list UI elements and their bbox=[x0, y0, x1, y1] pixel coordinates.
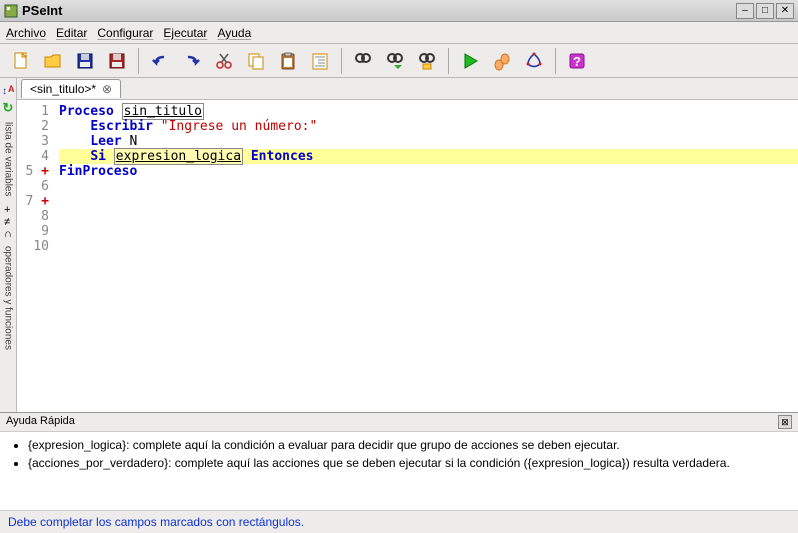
window-title: PSeInt bbox=[22, 3, 736, 18]
tab-bar: <sin_titulo>* ⊗ bbox=[17, 78, 798, 100]
menubar: Archivo Editar Configurar Ejecutar Ayuda bbox=[0, 22, 798, 44]
line-gutter: 1 2 3 4 5 +6 7 +8 9 10 bbox=[17, 100, 55, 412]
menu-archivo[interactable]: Archivo bbox=[6, 26, 46, 40]
svg-text:A: A bbox=[8, 84, 15, 94]
new-file-icon[interactable] bbox=[8, 48, 34, 74]
operators-icon[interactable]: +≠∩ bbox=[4, 204, 12, 240]
redo-icon[interactable] bbox=[179, 48, 205, 74]
menu-ejecutar[interactable]: Ejecutar bbox=[163, 26, 207, 40]
left-label-operators[interactable]: operadores y funciones bbox=[3, 246, 14, 350]
minimize-button[interactable]: – bbox=[736, 3, 754, 19]
flowchart-icon[interactable] bbox=[521, 48, 547, 74]
code-editor[interactable]: 1 2 3 4 5 +6 7 +8 9 10 Proceso sin_titul… bbox=[17, 100, 798, 412]
find-icon[interactable] bbox=[350, 48, 376, 74]
titlebar: PSeInt – □ ✕ bbox=[0, 0, 798, 22]
toolbar: ? bbox=[0, 44, 798, 78]
menu-editar[interactable]: Editar bbox=[56, 26, 87, 40]
variables-icon[interactable]: ↕A bbox=[0, 82, 16, 98]
code-body[interactable]: Proceso sin_titulo Escribir "Ingrese un … bbox=[55, 100, 798, 412]
copy-icon[interactable] bbox=[243, 48, 269, 74]
help-icon[interactable]: ? bbox=[564, 48, 590, 74]
tab-label: <sin_titulo>* bbox=[30, 82, 96, 96]
find-next-icon[interactable] bbox=[382, 48, 408, 74]
green-arrow-icon: ↻ bbox=[3, 100, 14, 116]
save-as-icon[interactable] bbox=[104, 48, 130, 74]
editor-area: <sin_titulo>* ⊗ 1 2 3 4 5 +6 7 +8 9 10 P… bbox=[17, 78, 798, 412]
save-icon[interactable] bbox=[72, 48, 98, 74]
menu-ayuda[interactable]: Ayuda bbox=[217, 26, 251, 40]
file-tab[interactable]: <sin_titulo>* ⊗ bbox=[21, 79, 121, 98]
help-title: Ayuda Rápida bbox=[6, 415, 75, 429]
left-sidebar: ↕A ↻ lista de variables +≠∩ operadores y… bbox=[0, 78, 17, 412]
statusbar: Debe completar los campos marcados con r… bbox=[0, 510, 798, 533]
help-close-icon[interactable]: ⊠ bbox=[778, 415, 792, 429]
replace-icon[interactable] bbox=[414, 48, 440, 74]
help-item: {acciones_por_verdadero}: complete aquí … bbox=[28, 456, 788, 470]
tab-close-icon[interactable]: ⊗ bbox=[102, 82, 112, 96]
help-body: {expresion_logica}: complete aquí la con… bbox=[0, 432, 798, 510]
help-item: {expresion_logica}: complete aquí la con… bbox=[28, 438, 788, 452]
maximize-button[interactable]: □ bbox=[756, 3, 774, 19]
indent-icon[interactable] bbox=[307, 48, 333, 74]
undo-icon[interactable] bbox=[147, 48, 173, 74]
menu-configurar[interactable]: Configurar bbox=[97, 26, 153, 40]
step-icon[interactable] bbox=[489, 48, 515, 74]
svg-text:↕: ↕ bbox=[2, 86, 7, 97]
help-panel: Ayuda Rápida ⊠ {expresion_logica}: compl… bbox=[0, 412, 798, 510]
run-icon[interactable] bbox=[457, 48, 483, 74]
cut-icon[interactable] bbox=[211, 48, 237, 74]
close-button[interactable]: ✕ bbox=[776, 3, 794, 19]
svg-text:?: ? bbox=[573, 54, 581, 69]
paste-icon[interactable] bbox=[275, 48, 301, 74]
open-file-icon[interactable] bbox=[40, 48, 66, 74]
app-icon bbox=[4, 4, 18, 18]
left-label-variables[interactable]: lista de variables bbox=[3, 122, 14, 196]
